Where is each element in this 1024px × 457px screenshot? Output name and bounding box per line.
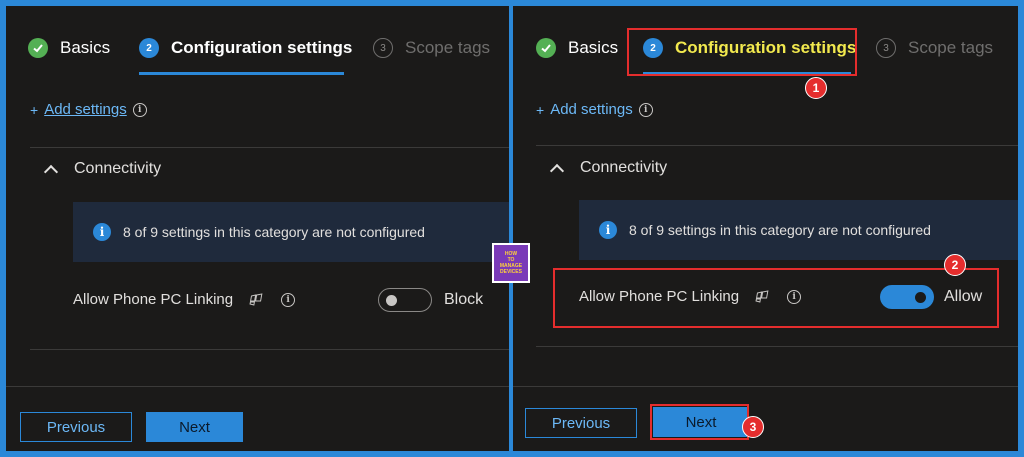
step-number-badge: 3 — [373, 38, 393, 58]
previous-button[interactable]: Previous — [525, 408, 637, 438]
info-icon[interactable]: i — [787, 289, 802, 304]
footer-divider — [6, 386, 509, 387]
section-title: Connectivity — [74, 160, 162, 177]
active-step-underline — [139, 72, 344, 75]
step-basics-label: Basics — [60, 38, 111, 57]
step-scope-label: Scope tags — [405, 38, 491, 57]
setting-name: Allow Phone PC Linking — [73, 291, 234, 308]
toggle-knob — [386, 295, 397, 306]
callout-box-3 — [650, 404, 749, 440]
how-to-manage-devices-logo: HOW TO MANAGE DEVICES — [492, 243, 530, 283]
callout-badge-3: 3 — [742, 416, 764, 438]
section-connectivity[interactable]: Connectivity — [43, 160, 162, 179]
toggle-state-label: Allow — [944, 288, 983, 305]
section-divider — [536, 346, 1018, 347]
allow-linking-toggle[interactable] — [378, 288, 432, 312]
wizard-steps: Basics 2 Configuration settings 3 Scope … — [6, 34, 509, 78]
step-basics[interactable]: Basics — [536, 38, 618, 58]
add-settings-link[interactable]: Add settings — [550, 101, 633, 118]
banner-text: 8 of 9 settings in this category are not… — [629, 222, 931, 238]
info-icon[interactable]: i — [638, 102, 653, 117]
windows-platform-icon — [247, 292, 263, 307]
info-icon: i — [93, 223, 111, 241]
info-banner: i 8 of 9 settings in this category are n… — [579, 200, 1018, 260]
right-panel: Basics 2 Configuration settings 3 Scope … — [513, 6, 1018, 451]
add-settings: + Add settings i — [30, 101, 147, 118]
previous-button[interactable]: Previous — [20, 412, 132, 442]
allow-linking-toggle[interactable] — [880, 285, 934, 309]
toggle-knob — [915, 291, 926, 303]
section-divider — [536, 145, 1018, 146]
setting-name: Allow Phone PC Linking — [579, 288, 740, 305]
windows-platform-icon — [753, 289, 769, 304]
info-banner: i 8 of 9 settings in this category are n… — [73, 202, 509, 262]
section-divider — [30, 349, 509, 350]
step-config-label: Configuration settings — [171, 38, 353, 57]
plus-icon: + — [30, 101, 39, 118]
step-scope-label: Scope tags — [908, 38, 994, 57]
step-number-badge: 3 — [876, 38, 896, 58]
step-basics-label: Basics — [568, 38, 619, 57]
setting-row: Allow Phone PC Linking i — [73, 291, 296, 308]
setting-row: Allow Phone PC Linking i — [579, 288, 802, 305]
section-divider — [30, 147, 509, 148]
callout-badge-2: 2 — [944, 254, 966, 276]
step-basics[interactable]: Basics — [28, 38, 110, 58]
step-scope-tags[interactable]: 3 Scope tags — [373, 38, 490, 58]
step-number-badge: 2 — [139, 38, 159, 58]
section-connectivity[interactable]: Connectivity — [549, 159, 668, 178]
banner-text: 8 of 9 settings in this category are not… — [123, 224, 425, 240]
add-settings: + Add settings i — [536, 101, 653, 118]
info-icon[interactable]: i — [132, 102, 147, 117]
next-button[interactable]: Next — [146, 412, 243, 442]
left-panel: Basics 2 Configuration settings 3 Scope … — [6, 6, 509, 451]
info-icon: i — [599, 221, 617, 239]
add-settings-link[interactable]: Add settings — [44, 101, 127, 118]
step-configuration-settings[interactable]: 2 Configuration settings — [139, 38, 352, 58]
check-icon — [536, 38, 556, 58]
footer-divider — [513, 386, 1018, 387]
step-scope-tags[interactable]: 3 Scope tags — [876, 38, 993, 58]
chevron-up-icon — [43, 164, 59, 179]
info-icon[interactable]: i — [281, 292, 296, 307]
check-icon — [28, 38, 48, 58]
toggle-state-label: Block — [444, 291, 484, 308]
plus-icon: + — [536, 101, 545, 118]
callout-badge-1: 1 — [805, 77, 827, 99]
chevron-up-icon — [549, 163, 565, 178]
section-title: Connectivity — [580, 159, 668, 176]
logo-line: DEVICES — [500, 269, 522, 275]
callout-box-1 — [627, 28, 857, 76]
